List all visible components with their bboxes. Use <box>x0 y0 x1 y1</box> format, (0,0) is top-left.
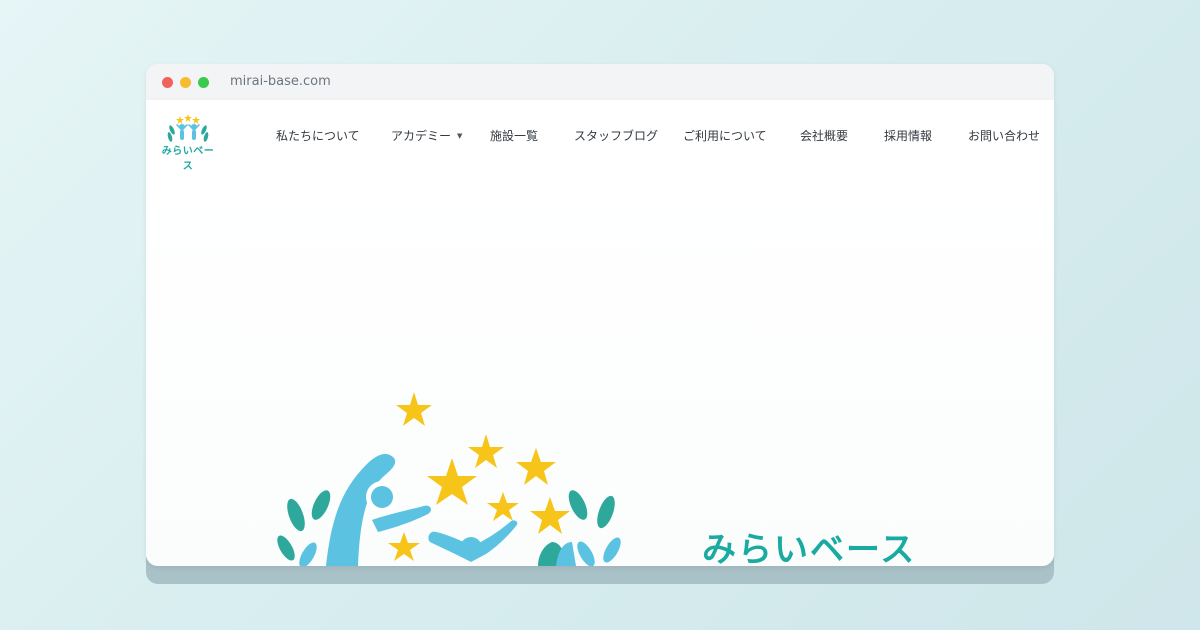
nav-item-facilities[interactable]: 施設一覧 <box>490 127 538 144</box>
nav-item-about[interactable]: 私たちについて <box>276 127 360 144</box>
nav-item-usage[interactable]: ご利用について <box>683 127 767 144</box>
browser-titlebar: mirai-base.com <box>146 64 1054 101</box>
site-header: みらいベース 私たちについて アカデミー ▼ 施設一覧 スタッフブログ ご利用につ… <box>146 100 1054 172</box>
person-figure-icon <box>326 454 518 566</box>
window-close-dot[interactable] <box>162 77 173 88</box>
window-minimize-dot[interactable] <box>180 77 191 88</box>
nav-item-company[interactable]: 会社概要 <box>800 127 848 144</box>
star-icon <box>388 392 570 561</box>
nav-item-academy[interactable]: アカデミー ▼ <box>391 127 462 144</box>
window-maximize-dot[interactable] <box>198 77 209 88</box>
browser-window: mirai-base.com みらいベース 私たちについて アカデミー ▼ 施設… <box>146 64 1054 566</box>
address-bar-url[interactable]: mirai-base.com <box>230 74 331 89</box>
hero-brand-name: みらいベース <box>702 530 917 566</box>
logo-text: みらいベース <box>161 146 215 172</box>
chevron-down-icon: ▼ <box>457 132 463 140</box>
hero-section: みらいベース <box>146 170 1054 566</box>
nav-item-academy-label: アカデミー <box>391 129 452 143</box>
hero-illustration <box>277 392 621 566</box>
nav-item-staff-blog[interactable]: スタッフブログ <box>574 127 658 144</box>
nav-item-recruit[interactable]: 採用情報 <box>884 127 932 144</box>
nav-item-contact[interactable]: お問い合わせ <box>968 127 1040 144</box>
